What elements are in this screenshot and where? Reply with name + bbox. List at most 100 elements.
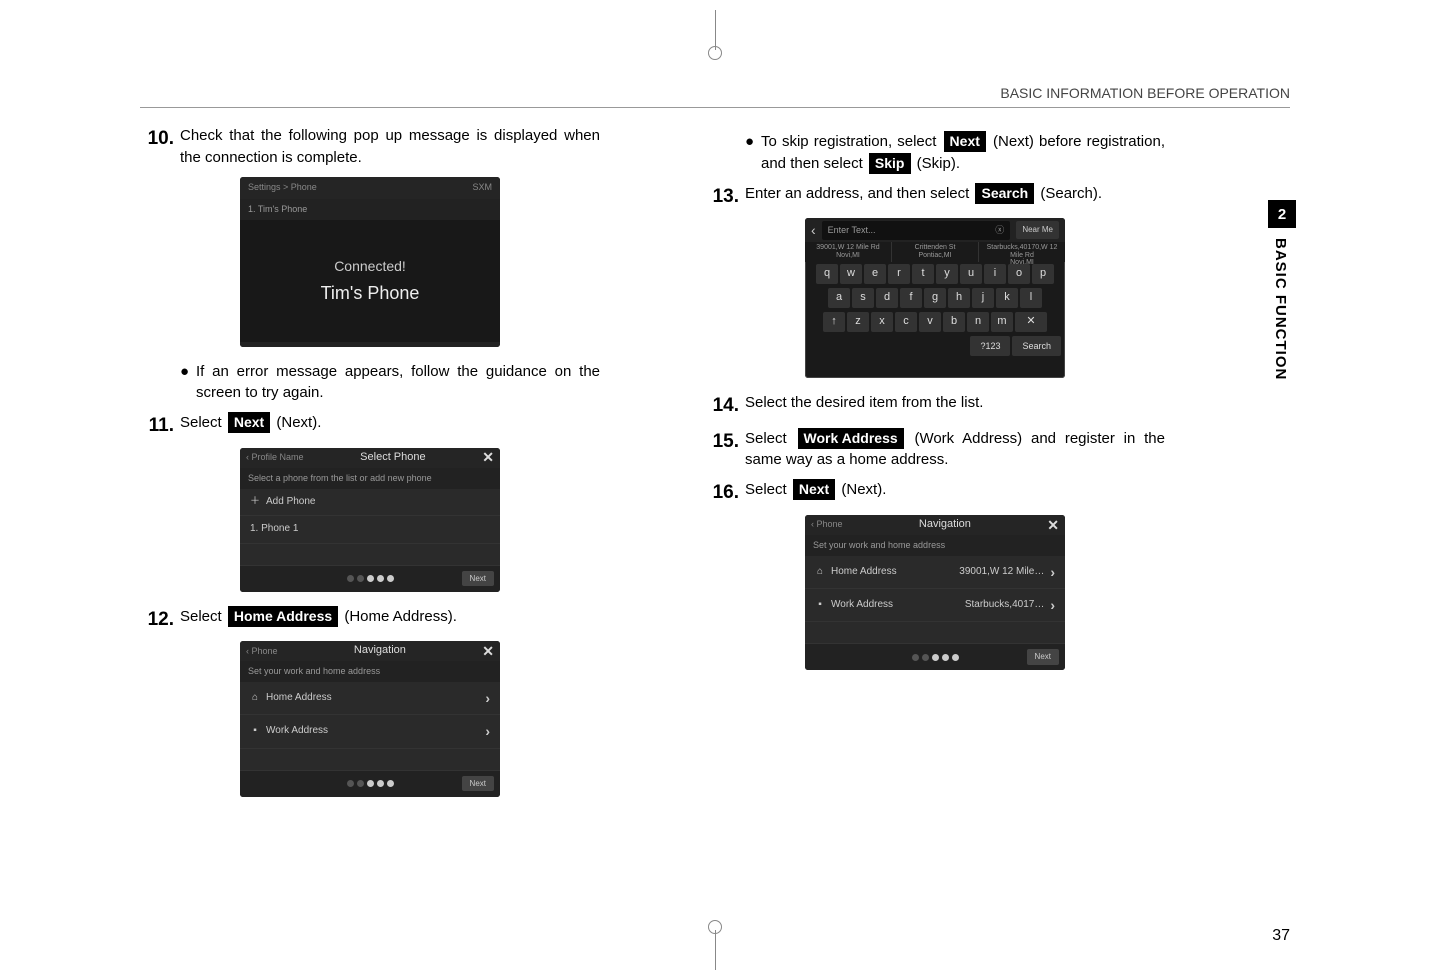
key[interactable]: y — [936, 264, 958, 284]
skip-button-label: Skip — [869, 153, 911, 174]
next-button[interactable]: Next — [462, 776, 494, 792]
next-button[interactable]: Next — [462, 571, 494, 587]
step-text: Select Next (Next). — [745, 479, 1165, 507]
bullet-icon: ● — [180, 361, 196, 405]
search-key[interactable]: Search — [1012, 336, 1061, 356]
screen-title: Navigation — [284, 643, 477, 659]
keyboard-row: a s d f g h j k l — [805, 286, 1065, 310]
key[interactable]: l — [1020, 288, 1042, 308]
briefcase-icon: ▪ — [815, 598, 825, 613]
key[interactable]: f — [900, 288, 922, 308]
back-button[interactable]: ‹ Profile Name — [246, 451, 304, 464]
empty-row — [240, 544, 500, 566]
empty-row — [805, 622, 1065, 644]
work-address-row[interactable]: ▪ Work Address Starbucks,4017… › — [805, 589, 1065, 622]
key[interactable]: e — [864, 264, 886, 284]
crop-mark-bottom — [685, 910, 745, 970]
bullet-text: To skip registration, select Next (Next)… — [761, 131, 1165, 175]
suggestion-item[interactable]: 39001,W 12 Mile RdNovi,MI — [805, 242, 892, 262]
work-address-row[interactable]: ▪Work Address› — [240, 715, 500, 748]
shift-key[interactable]: ↑ — [823, 312, 845, 332]
address-value: Starbucks,4017… — [965, 598, 1045, 613]
key[interactable]: p — [1032, 264, 1054, 284]
chevron-right-icon: › — [1050, 595, 1055, 615]
search-input[interactable]: Enter Text...ⓧ — [822, 221, 1011, 240]
home-address-row[interactable]: ⌂ Home Address 39001,W 12 Mile… › — [805, 556, 1065, 589]
screenshot-connected: Settings > Phone SXM 1. Tim's Phone Conn… — [240, 177, 500, 347]
key[interactable]: x — [871, 312, 893, 332]
close-icon[interactable]: ✕ — [1047, 515, 1059, 535]
key[interactable]: t — [912, 264, 934, 284]
key[interactable]: o — [1008, 264, 1030, 284]
running-header: BASIC INFORMATION BEFORE OPERATION — [1000, 85, 1290, 101]
screen-title: Select Phone — [310, 450, 477, 466]
key[interactable]: h — [948, 288, 970, 308]
key[interactable]: s — [852, 288, 874, 308]
screenshot-navigation-empty: ‹ Phone Navigation ✕ Set your work and h… — [240, 641, 500, 797]
backspace-key[interactable]: ✕ — [1015, 312, 1047, 332]
close-icon[interactable]: ✕ — [482, 641, 494, 661]
step-number: 15. — [705, 428, 745, 472]
clear-icon[interactable]: ⓧ — [995, 224, 1004, 237]
step-text: Select Work Address (Work Address) and r… — [745, 428, 1165, 472]
add-phone-row[interactable]: ＋Add Phone — [240, 489, 500, 517]
instruction-text: Select a phone from the list or add new … — [240, 468, 500, 489]
back-icon[interactable]: ‹ — [811, 220, 816, 240]
header-divider — [140, 107, 1290, 108]
crop-mark-top — [685, 10, 745, 70]
next-button[interactable]: Next — [1027, 649, 1059, 665]
page-number: 37 — [1272, 927, 1290, 945]
step-text: Select Next (Next). — [180, 412, 600, 440]
key[interactable]: g — [924, 288, 946, 308]
next-button-label: Next — [228, 412, 270, 433]
instruction-text: Set your work and home address — [240, 661, 500, 682]
suggestion-item[interactable]: Crittenden StPontiac,MI — [892, 242, 979, 262]
keyboard-row: ↑ z x c v b n m ✕ — [805, 310, 1065, 334]
key[interactable]: r — [888, 264, 910, 284]
instruction-text: Set your work and home address — [805, 535, 1065, 556]
key[interactable]: c — [895, 312, 917, 332]
next-button-label: Next — [793, 479, 835, 500]
key[interactable]: i — [984, 264, 1006, 284]
step-number: 10. — [140, 125, 180, 169]
key[interactable]: d — [876, 288, 898, 308]
screenshot-keyboard: ‹ Enter Text...ⓧ Near Me 39001,W 12 Mile… — [805, 218, 1065, 378]
key[interactable]: j — [972, 288, 994, 308]
key[interactable]: n — [967, 312, 989, 332]
near-me-button[interactable]: Near Me — [1016, 221, 1059, 239]
numeric-key[interactable]: ?123 — [970, 336, 1010, 356]
search-button-label: Search — [975, 183, 1034, 204]
step-text: Check that the following pop up message … — [180, 125, 600, 169]
key[interactable]: b — [943, 312, 965, 332]
screen-title: Navigation — [849, 517, 1042, 533]
key[interactable]: a — [828, 288, 850, 308]
phone-list-item[interactable]: 1. Phone 1 — [240, 516, 500, 544]
suggestion-item[interactable]: Starbucks,40170,W 12 Mile RdNovi,MI — [979, 242, 1065, 262]
step-number: 13. — [705, 183, 745, 211]
screenshot-navigation-filled: ‹ Phone Navigation ✕ Set your work and h… — [805, 515, 1065, 671]
screenshot-select-phone: ‹ Profile Name Select Phone ✕ Select a p… — [240, 448, 500, 592]
home-icon: ⌂ — [250, 691, 260, 706]
phone-tab: 1. Tim's Phone — [240, 199, 500, 220]
home-address-row[interactable]: ⌂Home Address› — [240, 682, 500, 715]
work-address-button-label: Work Address — [798, 428, 904, 449]
plus-icon: ＋ — [250, 495, 260, 510]
back-button[interactable]: ‹ Phone — [246, 645, 278, 658]
status-indicator: SXM — [472, 181, 492, 194]
key[interactable]: k — [996, 288, 1018, 308]
chevron-right-icon: › — [485, 688, 490, 708]
next-button-label: Next — [944, 131, 986, 152]
step-number: 16. — [705, 479, 745, 507]
key[interactable]: w — [840, 264, 862, 284]
step-text: Select the desired item from the list. — [745, 392, 1165, 420]
back-button[interactable]: ‹ Phone — [811, 518, 843, 531]
chevron-right-icon: › — [1050, 562, 1055, 582]
key[interactable]: q — [816, 264, 838, 284]
key[interactable]: z — [847, 312, 869, 332]
close-icon[interactable]: ✕ — [482, 448, 494, 468]
key[interactable]: m — [991, 312, 1013, 332]
key[interactable]: u — [960, 264, 982, 284]
connected-label: Connected! — [240, 256, 500, 276]
breadcrumb: Settings > Phone — [248, 181, 317, 194]
key[interactable]: v — [919, 312, 941, 332]
